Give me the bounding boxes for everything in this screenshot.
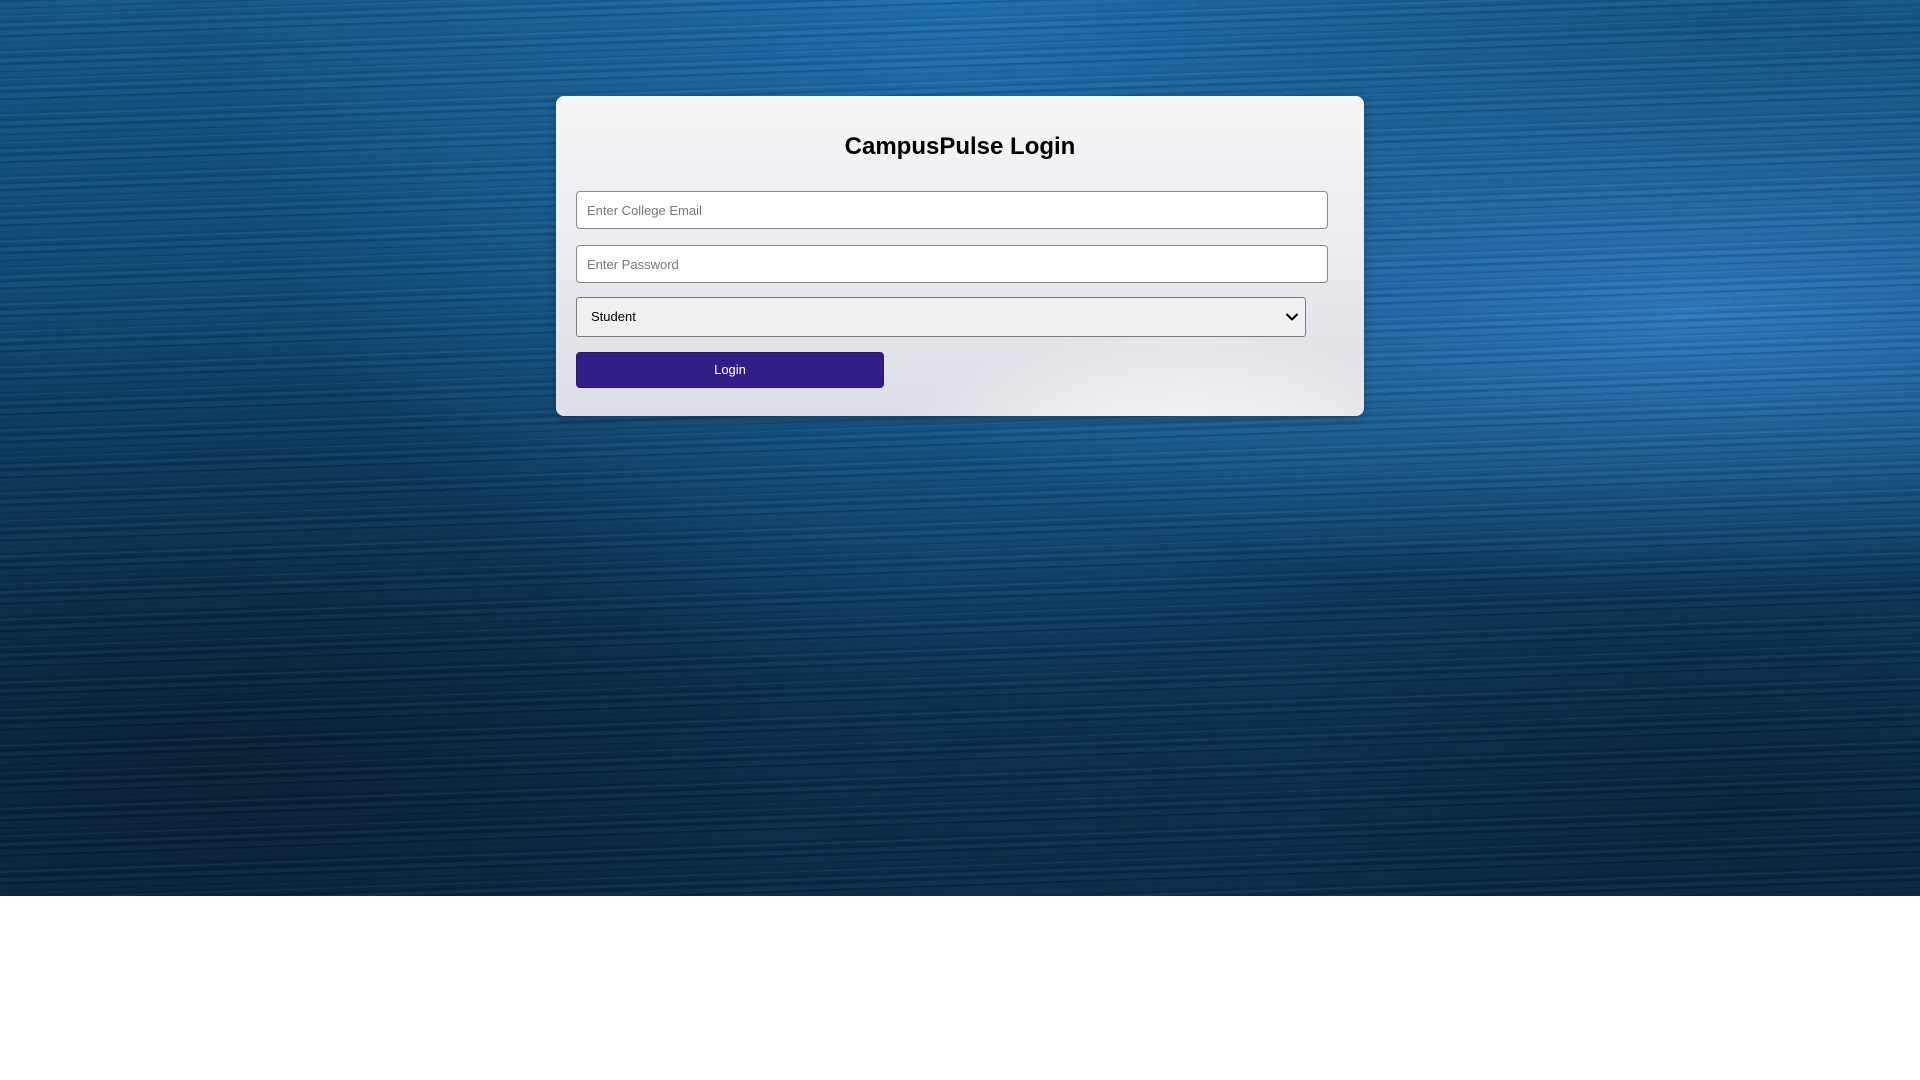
login-button[interactable]: Login [576, 352, 884, 388]
login-card: CampusPulse Login Student Login [556, 96, 1364, 416]
password-field[interactable] [576, 245, 1328, 283]
role-select-value: Student [591, 309, 636, 324]
email-field[interactable] [576, 191, 1328, 229]
role-select[interactable]: Student [576, 297, 1306, 337]
chevron-down-icon [1286, 313, 1298, 321]
page-title: CampusPulse Login [844, 133, 1076, 160]
